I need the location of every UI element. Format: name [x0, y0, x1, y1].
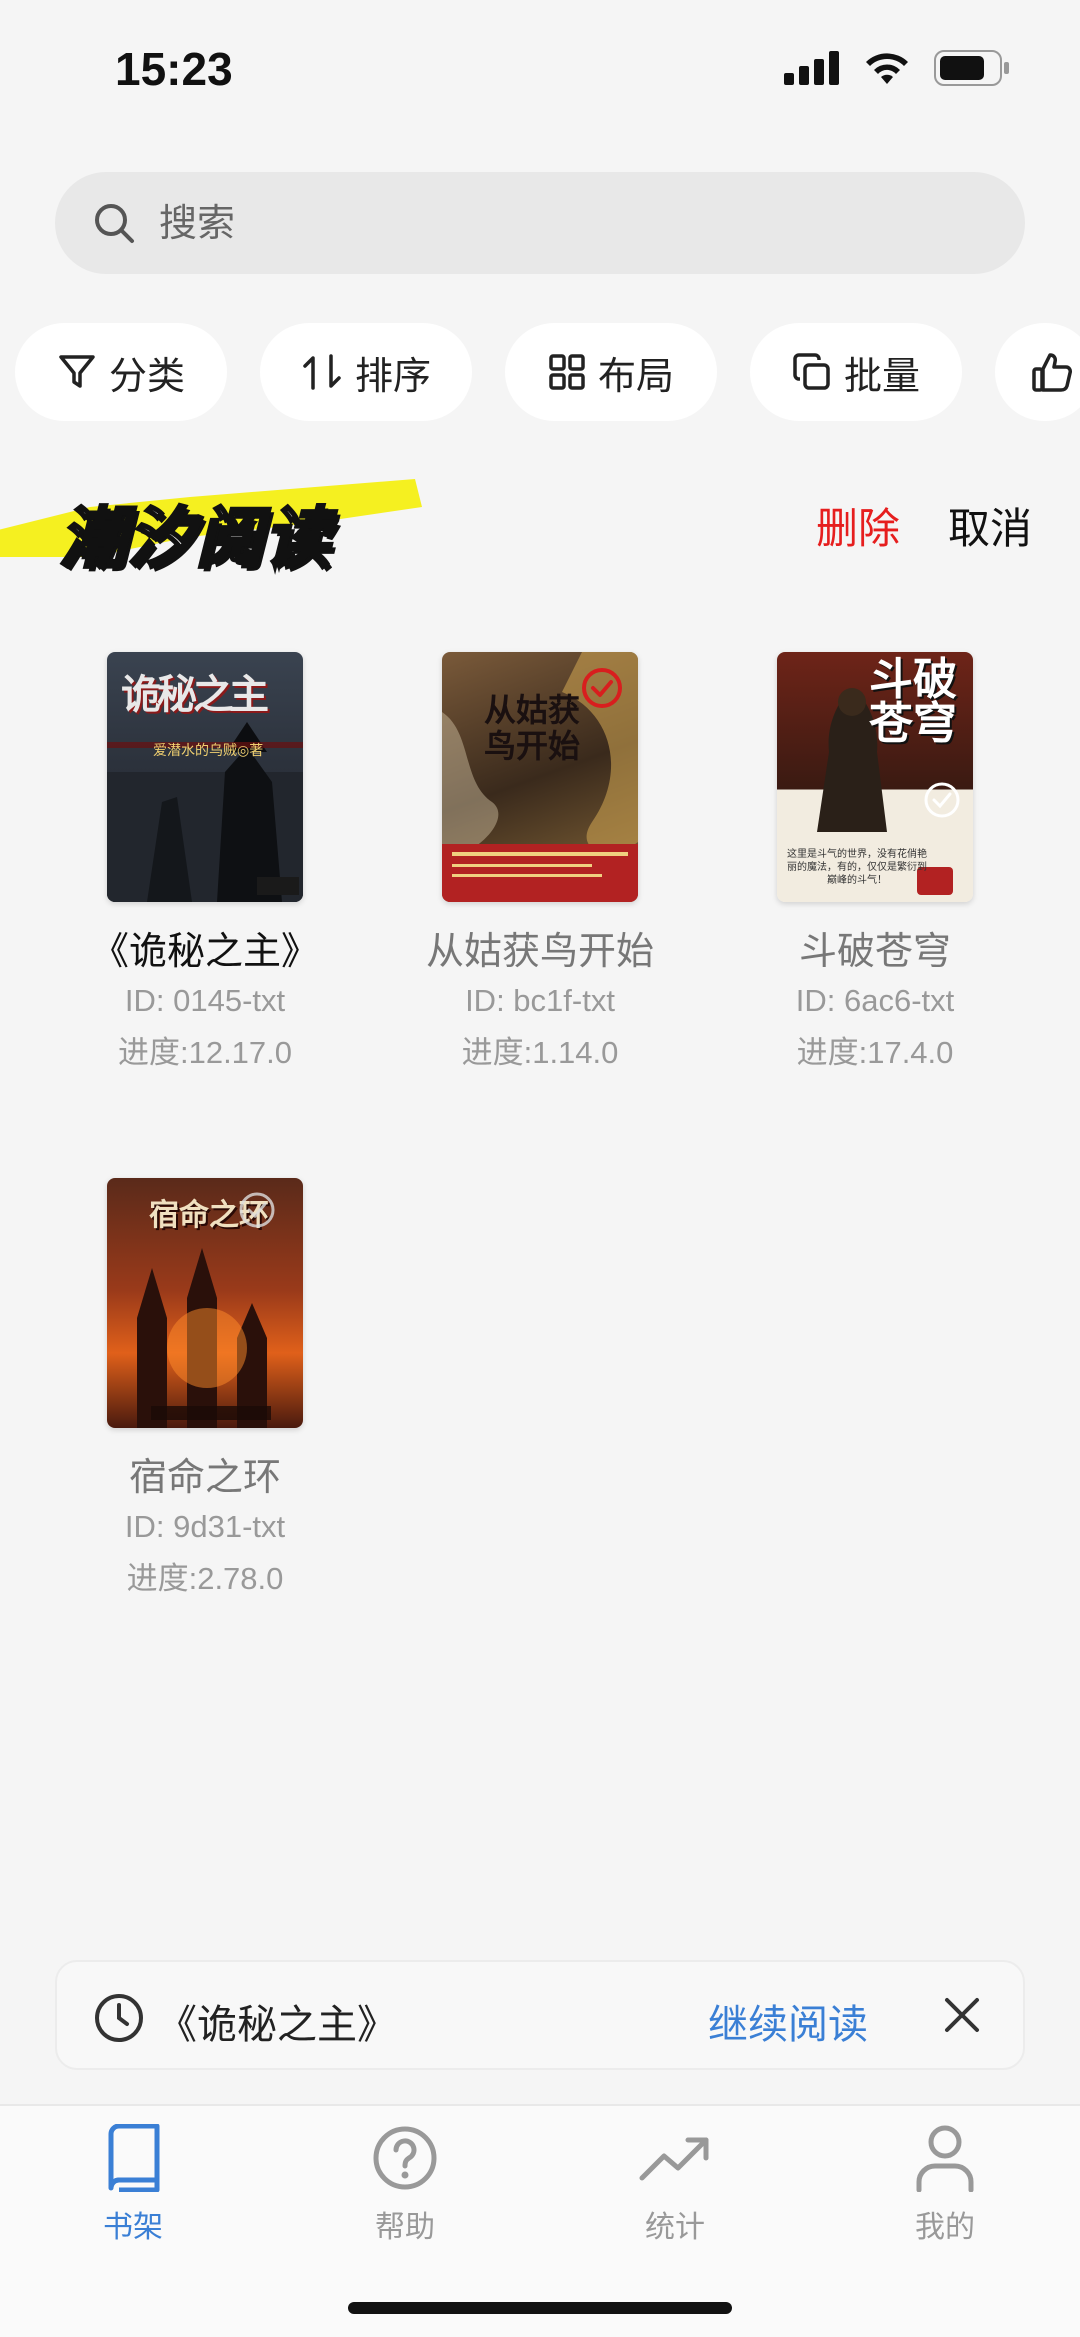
help-icon: [373, 2126, 437, 2190]
status-time: 15:23: [115, 43, 233, 95]
tab-stats[interactable]: 统计: [585, 2124, 765, 2246]
grid-icon: [549, 354, 585, 390]
book-id: ID: 0145-txt: [124, 983, 286, 1018]
tab-label: 统计: [645, 2210, 705, 2245]
book-title: 《诡秘之主》: [90, 929, 319, 973]
home-indicator[interactable]: [348, 2302, 732, 2314]
check-outline-icon: [239, 1192, 275, 1228]
sort-chip[interactable]: 排序: [260, 323, 472, 421]
book-title: 从姑获鸟开始: [425, 929, 654, 973]
filter-chip-label: 分类: [108, 353, 185, 398]
selected-check-icon: [582, 668, 622, 708]
status-icons: [784, 50, 1010, 86]
like-chip[interactable]: [995, 323, 1080, 421]
search-input[interactable]: [159, 201, 959, 245]
tab-label: 帮助: [375, 2210, 435, 2245]
signal-icon: [784, 51, 839, 85]
battery-icon: [934, 50, 1009, 86]
trend-icon: [639, 2137, 709, 2181]
recent-book-title: 《诡秘之主》: [157, 2002, 397, 2048]
book-cover[interactable]: 从姑获鸟开始: [442, 652, 638, 902]
book-item[interactable]: 宿命之环 宿命之环 ID: 9d31-txt 进度:2.78.0: [55, 1178, 355, 1598]
brand-title: 潮汐阅读: [59, 499, 332, 579]
book-progress: 进度:17.4.0: [796, 1035, 954, 1070]
book-progress: 进度:12.17.0: [117, 1035, 293, 1070]
layout-chip-label: 布局: [597, 353, 674, 398]
search-bar[interactable]: [55, 172, 1025, 274]
book-id: ID: 6ac6-txt: [795, 983, 955, 1018]
book-item[interactable]: 从姑获鸟开始 从姑获鸟开始 ID: bc1f-txt 进度:1.14.0: [390, 652, 690, 1072]
filter-icon: [59, 355, 95, 388]
recent-reading-bar[interactable]: 《诡秘之主》 继续阅读: [55, 1960, 1025, 2070]
sort-icon: [303, 354, 341, 390]
book-id: ID: 9d31-txt: [124, 1509, 286, 1544]
tab-help[interactable]: 帮助: [315, 2124, 495, 2246]
book-title: 宿命之环: [128, 1455, 281, 1499]
sort-chip-label: 排序: [354, 353, 431, 398]
thumbs-up-icon: [1032, 353, 1072, 392]
close-icon[interactable]: [939, 1992, 985, 2038]
user-icon: [916, 2125, 974, 2193]
copy-icon: [793, 353, 830, 390]
book-icon: [108, 2123, 160, 2193]
clock-icon: [95, 1994, 143, 2042]
delete-button[interactable]: 删除: [816, 495, 900, 556]
tab-profile[interactable]: 我的: [855, 2124, 1035, 2246]
selected-check-icon: [924, 782, 960, 818]
book-id: ID: bc1f-txt: [465, 983, 615, 1018]
cover-title: 斗破苍穹: [869, 654, 957, 749]
book-cover[interactable]: 宿命之环: [107, 1178, 303, 1428]
batch-chip-label: 批量: [843, 353, 920, 398]
search-icon: [95, 204, 134, 243]
tab-label: 书架: [103, 2210, 163, 2245]
tab-label: 我的: [915, 2210, 975, 2245]
book-item[interactable]: 诡秘之主 爱潜水的乌贼◎著 《诡秘之主》 ID: 0145-txt 进度:12.…: [55, 652, 355, 1072]
cancel-button[interactable]: 取消: [948, 495, 1032, 556]
cover-title: 从姑获鸟开始: [483, 691, 580, 765]
book-cover[interactable]: 诡秘之主 爱潜水的乌贼◎著: [107, 652, 303, 902]
status-bar: 15:23: [0, 0, 1080, 140]
cover-tagline: 这里是斗气的世界，没有花俏艳丽的魔法，有的，仅仅是繁衍到巅峰的斗气！: [787, 849, 927, 886]
header-row: 潮汐阅读 删除 取消: [0, 455, 1080, 595]
cover-title: 诡秘之主: [121, 671, 269, 718]
toolbar-chips: 分类 排序 布局 批量: [15, 323, 1080, 421]
filter-chip[interactable]: 分类: [15, 323, 227, 421]
cover-author: 爱潜水的乌贼◎著: [153, 743, 264, 759]
wifi-icon: [866, 53, 908, 84]
continue-reading-button[interactable]: 继续阅读: [708, 1992, 868, 2050]
book-progress: 进度:2.78.0: [126, 1561, 284, 1596]
book-item[interactable]: 斗破苍穹 这里是斗气的世界，没有花俏艳丽的魔法，有的，仅仅是繁衍到巅峰的斗气！ …: [725, 652, 1025, 1072]
batch-chip[interactable]: 批量: [750, 323, 962, 421]
book-title: 斗破苍穹: [798, 929, 951, 973]
book-progress: 进度:1.14.0: [461, 1035, 619, 1070]
tab-bookshelf[interactable]: 书架: [43, 2123, 223, 2246]
layout-chip[interactable]: 布局: [505, 323, 717, 421]
book-cover[interactable]: 斗破苍穹 这里是斗气的世界，没有花俏艳丽的魔法，有的，仅仅是繁衍到巅峰的斗气！: [777, 652, 973, 902]
